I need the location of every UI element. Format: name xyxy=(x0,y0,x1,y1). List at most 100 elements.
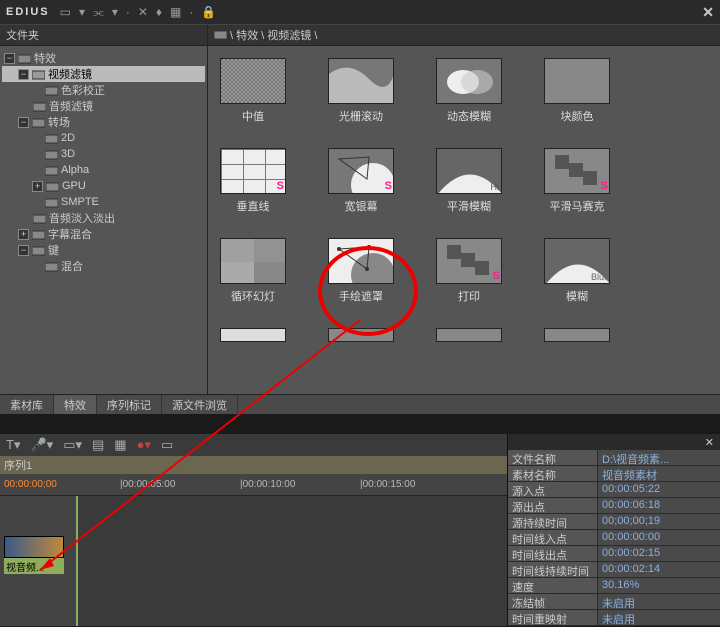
tray-icon[interactable]: ▾ xyxy=(79,5,85,19)
properties-panel: ✕ 文件名称D:\视音频素... 素材名称视音频素材 源入点00:00:05:2… xyxy=(508,434,720,626)
tree-title-mix[interactable]: +字幕混合 xyxy=(2,226,205,242)
prop-row: 时间线入点00:00:00:00 xyxy=(508,530,720,546)
tree-alpha[interactable]: Alpha xyxy=(2,162,205,178)
collapse-icon[interactable]: − xyxy=(18,69,29,80)
folder-icon xyxy=(31,69,45,80)
folder-icon xyxy=(214,29,226,41)
tab-markers[interactable]: 序列标记 xyxy=(97,395,162,414)
effect-raster[interactable]: 光栅滚动 xyxy=(326,58,396,124)
time-ruler[interactable]: 00:00:00;00 |00:00:05:00 |00:00:10:00 |0… xyxy=(0,474,507,496)
effect-block-color[interactable]: 块颜色 xyxy=(542,58,612,124)
effect-tree[interactable]: −特效 −视频滤镜 色彩校正 音频滤镜 −转场 2D 3D Alpha +GPU… xyxy=(0,46,207,394)
prop-row: 文件名称D:\视音频素... xyxy=(508,450,720,466)
collapse-icon[interactable]: − xyxy=(18,245,29,256)
prop-row: 速度30.16% xyxy=(508,578,720,594)
tab-effects[interactable]: 特效 xyxy=(54,395,97,414)
effect-blur[interactable]: Blur模糊 xyxy=(542,238,612,304)
folder-icon xyxy=(44,149,58,160)
effect-print[interactable]: S打印 xyxy=(434,238,504,304)
mic-icon[interactable]: 🎤▾ xyxy=(30,437,53,453)
tab-browser[interactable]: 源文件浏览 xyxy=(162,395,238,414)
tree-color-correct[interactable]: 色彩校正 xyxy=(2,82,205,98)
folder-icon xyxy=(31,229,45,240)
effect-median[interactable]: 中值 xyxy=(218,58,288,124)
tree-key[interactable]: −键 xyxy=(2,242,205,258)
effect-partial-3[interactable] xyxy=(434,328,504,342)
effect-motion-blur[interactable]: 动态模糊 xyxy=(434,58,504,124)
layers-icon[interactable]: ▦ xyxy=(114,437,126,453)
tree-2d[interactable]: 2D xyxy=(2,130,205,146)
tree-3d[interactable]: 3D xyxy=(2,146,205,162)
properties-table: 文件名称D:\视音频素... 素材名称视音频素材 源入点00:00:05:22 … xyxy=(508,450,720,626)
tracks-area[interactable]: 视音频... xyxy=(0,496,507,626)
prop-row: 源出点00:00:06:18 xyxy=(508,498,720,514)
effect-slideshow[interactable]: 循环幻灯 xyxy=(218,238,288,304)
breadcrumb-path: \ 特效 \ 视频滤镜 \ xyxy=(230,27,317,43)
folder-icon xyxy=(31,117,45,128)
collapse-icon[interactable]: − xyxy=(18,117,29,128)
app-name: EDIUS xyxy=(6,6,50,18)
s-badge-icon: S xyxy=(601,180,608,192)
effect-widescreen[interactable]: S宽银幕 xyxy=(326,148,396,214)
link-icon[interactable]: ⫘ xyxy=(93,5,104,20)
effect-grid: 中值 光栅滚动 动态模糊 块颜色 S垂直线 S宽银幕 Hi平滑模糊 S平滑马赛克… xyxy=(208,46,720,394)
folder-icon xyxy=(32,213,46,224)
tree-smpte[interactable]: SMPTE xyxy=(2,194,205,210)
prop-row: 时间线出点00:00:02:15 xyxy=(508,546,720,562)
tree-mix[interactable]: 混合 xyxy=(2,258,205,274)
folder-icon xyxy=(45,181,59,192)
dropdown-icon[interactable]: ▾ xyxy=(112,5,118,19)
cut-icon[interactable]: ✕ xyxy=(138,5,148,19)
record-icon[interactable]: ●▾ xyxy=(137,437,151,453)
close-icon[interactable]: ✕ xyxy=(702,4,714,21)
effect-smooth-mosaic[interactable]: S平滑马赛克 xyxy=(542,148,612,214)
prop-row: 素材名称视音频素材 xyxy=(508,466,720,482)
tree-audio-filter[interactable]: 音频滤镜 xyxy=(2,98,205,114)
folder-icon xyxy=(17,53,31,64)
timeline-panel: T▾ 🎤▾ ▭▾ ▤ ▦ ●▾ ▭ 序列1 00:00:00;00 |00:00… xyxy=(0,434,508,626)
separator xyxy=(0,414,720,434)
folder-icon xyxy=(44,197,58,208)
tree-root[interactable]: −特效 xyxy=(2,50,205,66)
timecode-2: |00:00:10:00 xyxy=(240,479,295,490)
effect-partial-4[interactable] xyxy=(542,328,612,342)
prop-row: 时间线持续时间00:00:02:14 xyxy=(508,562,720,578)
tab-library[interactable]: 素材库 xyxy=(0,395,54,414)
tree-transition[interactable]: −转场 xyxy=(2,114,205,130)
tree-gpu[interactable]: +GPU xyxy=(2,178,205,194)
flag-icon[interactable]: ▭ xyxy=(161,437,173,453)
sep2-icon: · xyxy=(189,5,193,19)
close-icon[interactable]: ✕ xyxy=(705,436,714,449)
lock-icon[interactable]: 🔒 xyxy=(201,5,216,19)
text-tool-icon[interactable]: T▾ xyxy=(6,437,20,453)
sequence-tab[interactable]: 序列1 xyxy=(0,456,507,474)
effect-hand-mask[interactable]: 手绘遮罩 xyxy=(326,238,396,304)
effect-partial-1[interactable] xyxy=(218,328,288,342)
drop-icon[interactable]: ♦ xyxy=(156,5,162,19)
s-badge-icon: S xyxy=(277,180,284,192)
expand-icon[interactable]: + xyxy=(32,181,43,192)
expand-icon[interactable]: + xyxy=(18,229,29,240)
tree-audio-fade[interactable]: 音频淡入淡出 xyxy=(2,210,205,226)
grid-icon[interactable]: ▦ xyxy=(170,5,181,19)
video-clip[interactable] xyxy=(4,536,64,558)
scene-icon[interactable]: ▭▾ xyxy=(63,437,82,453)
sep-icon: · xyxy=(126,5,130,19)
breadcrumb: \ 特效 \ 视频滤镜 \ xyxy=(208,25,720,46)
clip-label[interactable]: 视音频... xyxy=(4,558,64,574)
timecode-1: |00:00:05:00 xyxy=(120,479,175,490)
collapse-icon[interactable]: − xyxy=(4,53,15,64)
sidebar-header: 文件夹 xyxy=(0,25,207,46)
effect-smooth-blur[interactable]: Hi平滑模糊 xyxy=(434,148,504,214)
tree-video-filter[interactable]: −视频滤镜 xyxy=(2,66,205,82)
bottom-tabs: 素材库 特效 序列标记 源文件浏览 xyxy=(0,394,720,414)
prop-row: 源持续时间00;00;00;19 xyxy=(508,514,720,530)
effect-partial-2[interactable] xyxy=(326,328,396,342)
blur-badge-icon: Blur xyxy=(591,272,607,282)
effect-vertical[interactable]: S垂直线 xyxy=(218,148,288,214)
s-badge-icon: S xyxy=(385,180,392,192)
folder-icon[interactable]: ▭ xyxy=(60,5,71,19)
clip-icon[interactable]: ▤ xyxy=(92,437,104,453)
hi-badge-icon: Hi xyxy=(491,182,500,192)
prop-row: 时间重映射未启用 xyxy=(508,610,720,626)
